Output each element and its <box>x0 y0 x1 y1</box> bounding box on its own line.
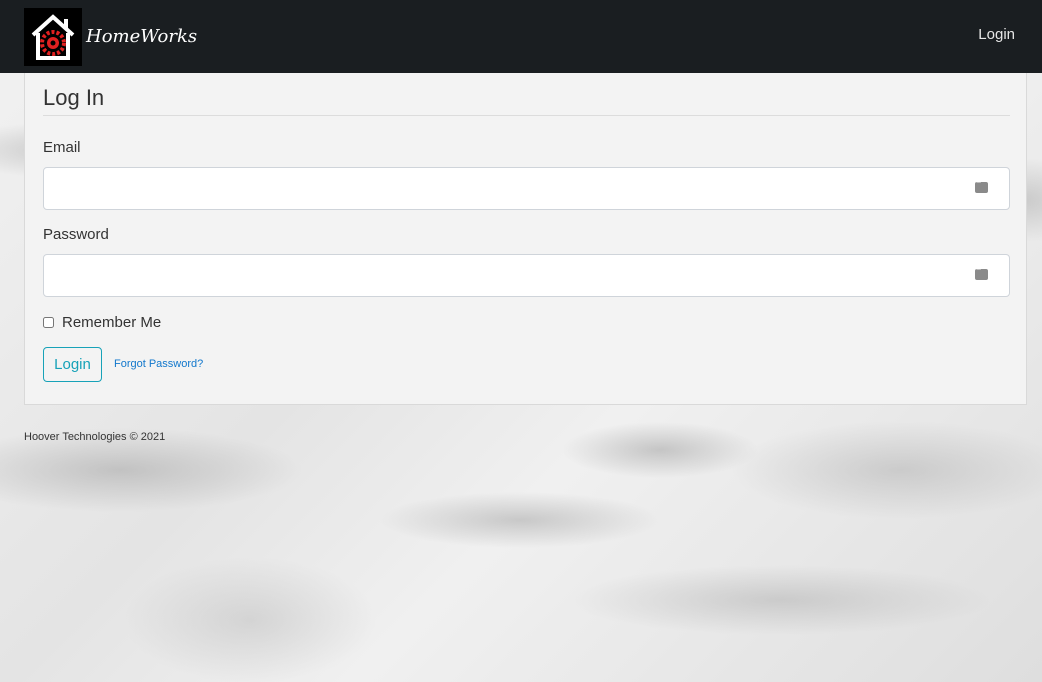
remember-me-label[interactable]: Remember Me <box>62 314 161 331</box>
email-field[interactable] <box>44 168 968 208</box>
page-title: Log In <box>43 85 105 110</box>
password-field-wrapper <box>43 254 1010 297</box>
remember-me: Remember Me <box>43 314 161 331</box>
remember-me-checkbox[interactable] <box>43 317 54 328</box>
password-label: Password <box>43 226 109 243</box>
email-label: Email <box>43 139 81 156</box>
footer-copyright: Hoover Technologies © 2021 <box>24 431 166 443</box>
login-button[interactable]: Login <box>43 347 102 382</box>
title-divider <box>43 115 1010 116</box>
top-navbar: HomeWorks Login <box>0 0 1042 73</box>
homeworks-logo <box>24 7 82 66</box>
nav-login-link[interactable]: Login <box>978 26 1015 43</box>
password-manager-icon[interactable] <box>975 179 988 193</box>
login-card: Log In Email Password Remember Me Login … <box>24 73 1027 405</box>
brand-name: HomeWorks <box>86 26 198 47</box>
email-field-wrapper <box>43 167 1010 210</box>
password-manager-icon[interactable] <box>975 266 988 280</box>
password-field[interactable] <box>44 255 968 295</box>
forgot-password-link[interactable]: Forgot Password? <box>114 358 203 370</box>
brand[interactable]: HomeWorks <box>24 7 198 66</box>
